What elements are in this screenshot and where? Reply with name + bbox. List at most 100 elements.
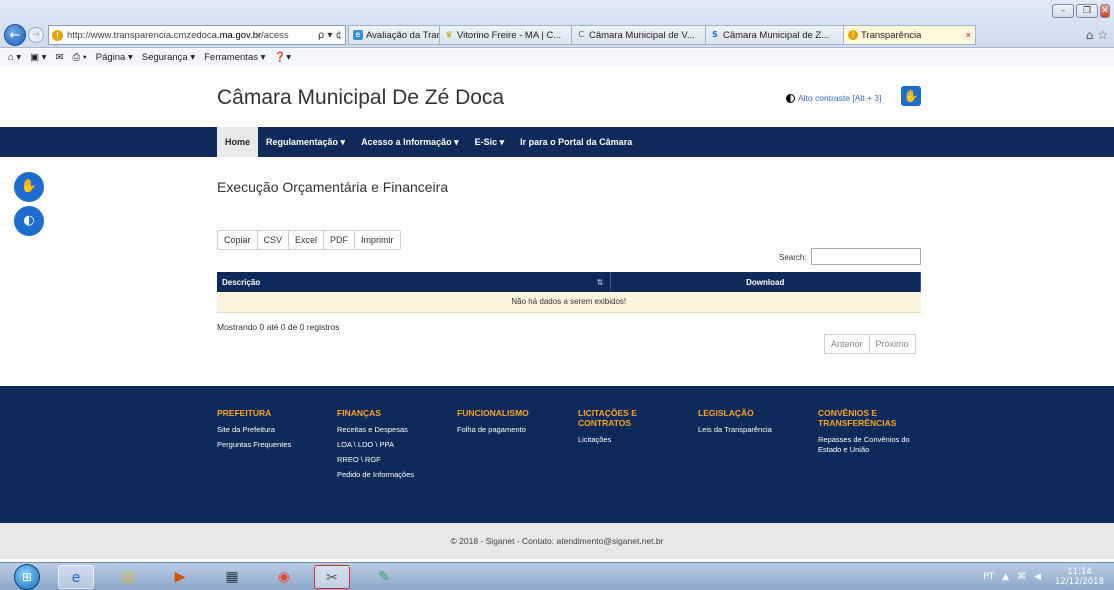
nav-home[interactable]: Home [217, 127, 259, 157]
taskbar-document-icon[interactable]: ▦ [214, 565, 250, 589]
footer-col-funcionalismo: FUNCIONALISMO Folha de pagamento [457, 408, 572, 440]
tab-vitorino-freire[interactable]: ♛ Vitorino Freire - MA | C... [440, 25, 572, 45]
side-contrast-button[interactable]: ◐ [14, 206, 44, 236]
tab-camara-z[interactable]: S Câmara Municipal de Z... [706, 25, 844, 45]
taskbar: ⊞ e ▤ ▶ ▦ ◉ ✂ ✎ PT ▲ ⌘ ◀ 11:14 12/12/201… [0, 562, 1114, 590]
table-info: Mostrando 0 até 0 de 0 registros [217, 322, 340, 332]
clock[interactable]: 11:14 12/12/2018 [1055, 567, 1104, 587]
crest-icon: ♛ [445, 30, 453, 39]
taskbar-snipping-tool-icon[interactable]: ✂ [314, 565, 350, 589]
close-window-button[interactable]: ✕ [1100, 4, 1110, 18]
pdf-button[interactable]: PDF [324, 230, 356, 250]
footer-link[interactable]: Pedido de Informações [337, 470, 452, 480]
footer-link[interactable]: Site da Prefeitura [217, 425, 332, 435]
table-header-row: Descrição ⇅ Download [217, 272, 921, 292]
c-logo-icon: C [578, 30, 584, 39]
tools-menu[interactable]: Ferramentas ▾ [204, 52, 265, 63]
side-sign-language-button[interactable]: ✋ [14, 172, 44, 202]
home-favorites-icons[interactable]: ⌂ ☆ [1086, 28, 1108, 42]
network-icon[interactable]: ⌘ [1017, 572, 1026, 582]
footer-link[interactable]: LOA \ LDO \ PPA [337, 440, 452, 450]
table-row: Não há dados a serem exibidos! [217, 292, 921, 313]
tab-camara-v[interactable]: C Câmara Municipal de V... [572, 25, 706, 45]
taskbar-ie-icon[interactable]: e [58, 565, 94, 589]
site-info-icon[interactable]: ! [52, 29, 63, 41]
help-icon[interactable]: ❓▾ [274, 52, 291, 63]
show-hidden-icons[interactable]: ▲ [1002, 572, 1009, 582]
tab-avaliacao[interactable]: e Avaliação da Transparê... [348, 25, 440, 45]
sign-language-icon[interactable]: ✋ [901, 86, 921, 106]
volume-icon[interactable]: ◀ [1034, 572, 1041, 582]
search-label: Search: [779, 253, 807, 262]
main-navigation: Home Regulamentação ▾ Acesso a Informaçã… [0, 127, 1114, 157]
nav-regulamentacao[interactable]: Regulamentação ▾ [258, 127, 353, 157]
taskbar-chrome-icon[interactable]: ◉ [266, 565, 302, 589]
empty-message: Não há dados a serem exibidos! [217, 292, 921, 313]
copyright-bar: © 2018 - Siganet - Contato: atendimento@… [0, 523, 1114, 559]
language-indicator[interactable]: PT [983, 572, 994, 582]
site-title: Câmara Municipal De Zé Doca [217, 86, 505, 109]
security-menu[interactable]: Segurança ▾ [142, 52, 195, 63]
footer-link[interactable]: RREO \ RGF [337, 455, 452, 465]
export-button-group: Copiar CSV Excel PDF Imprimir [217, 230, 401, 250]
footer-col-financas: FINANÇAS Receitas e Despesas LOA \ LDO \… [337, 408, 452, 485]
footer-link[interactable]: Repasses de Convênios do Estado e União [818, 435, 918, 455]
taskbar-media-player-icon[interactable]: ▶ [162, 565, 198, 589]
print-icon[interactable]: ⎙ ▾ [73, 52, 87, 63]
nav-esic[interactable]: E-Sic ▾ [467, 127, 513, 157]
ie-icon: e [353, 30, 363, 40]
footer-heading: LEGISLAÇÃO [698, 408, 754, 418]
info-icon: i [848, 30, 858, 40]
start-button[interactable]: ⊞ [14, 564, 40, 590]
footer: PREFEITURA Site da Prefeitura Perguntas … [0, 386, 1114, 523]
footer-link[interactable]: Folha de pagamento [457, 425, 572, 435]
feeds-icon[interactable]: ▣ ▾ [30, 52, 46, 63]
footer-link[interactable]: Leis da Transparência [698, 425, 813, 435]
home-icon[interactable]: ⌂ ▾ [8, 52, 21, 63]
footer-heading: PREFEITURA [217, 408, 272, 418]
address-actions[interactable]: ρ ▾ ¢ [315, 30, 342, 41]
footer-col-prefeitura: PREFEITURA Site da Prefeitura Perguntas … [217, 408, 332, 455]
column-header-download[interactable]: Download [610, 272, 921, 292]
close-tab-icon[interactable]: × [946, 30, 971, 40]
taskbar-paint-icon[interactable]: ✎ [366, 565, 402, 589]
maximize-button[interactable]: ❐ [1076, 4, 1098, 18]
command-bar: ⌂ ▾ ▣ ▾ ✉ ⎙ ▾ Página ▾ Segurança ▾ Ferra… [0, 49, 1114, 66]
footer-heading: LICITAÇÕES E CONTRATOS [578, 408, 637, 428]
footer-heading: FUNCIONALISMO [457, 408, 529, 418]
taskbar-explorer-icon[interactable]: ▤ [110, 565, 146, 589]
page-title: Execução Orçamentária e Financeira [217, 179, 449, 195]
page-menu[interactable]: Página ▾ [96, 52, 133, 63]
browser-chrome: – ❐ ✕ ← → ! http://www.transparencia.cmz… [0, 0, 1114, 48]
footer-link[interactable]: Perguntas Frequentes [217, 440, 332, 450]
url-text: http://www.transparencia.cmzedoca.ma.gov… [67, 29, 289, 41]
address-bar[interactable]: ! http://www.transparencia.cmzedoca.ma.g… [48, 25, 346, 45]
sort-icon[interactable]: ⇅ [597, 278, 604, 287]
high-contrast-link[interactable]: Alto contraste [Alt + 3] [786, 93, 881, 103]
search-input[interactable] [811, 248, 921, 265]
print-button[interactable]: Imprimir [355, 230, 401, 250]
tab-transparencia[interactable]: i Transparência × [844, 25, 976, 45]
browser-nav-row: ← → ! http://www.transparencia.cmzedoca.… [4, 24, 976, 46]
s-logo-icon: S [712, 30, 718, 39]
nav-acesso-informacao[interactable]: Acesso a Informação ▾ [353, 127, 467, 157]
footer-col-convenios: CONVÊNIOS E TRANSFERÊNCIAS Repasses de C… [818, 408, 918, 460]
column-header-descricao[interactable]: Descrição ⇅ [217, 272, 611, 292]
footer-heading: CONVÊNIOS E TRANSFERÊNCIAS [818, 408, 897, 428]
copy-button[interactable]: Copiar [217, 230, 258, 250]
nav-portal-camara[interactable]: Ir para o Portal da Câmara [512, 127, 640, 157]
forward-button[interactable]: → [28, 27, 44, 43]
contrast-icon [786, 93, 795, 103]
footer-link[interactable]: Receitas e Despesas [337, 425, 452, 435]
excel-button[interactable]: Excel [289, 230, 325, 250]
data-table: Descrição ⇅ Download Não há dados a sere… [217, 272, 921, 313]
footer-link[interactable]: Licitações [578, 435, 658, 445]
mail-icon[interactable]: ✉ [56, 52, 64, 63]
footer-col-licitacoes: LICITAÇÕES E CONTRATOS Licitações [578, 408, 658, 450]
window-controls: – ❐ ✕ [1052, 4, 1110, 18]
csv-button[interactable]: CSV [257, 230, 290, 250]
next-page-button[interactable]: Próximo [869, 334, 916, 354]
minimize-button[interactable]: – [1052, 4, 1074, 18]
previous-page-button[interactable]: Anterior [824, 334, 870, 354]
back-button[interactable]: ← [4, 24, 26, 46]
